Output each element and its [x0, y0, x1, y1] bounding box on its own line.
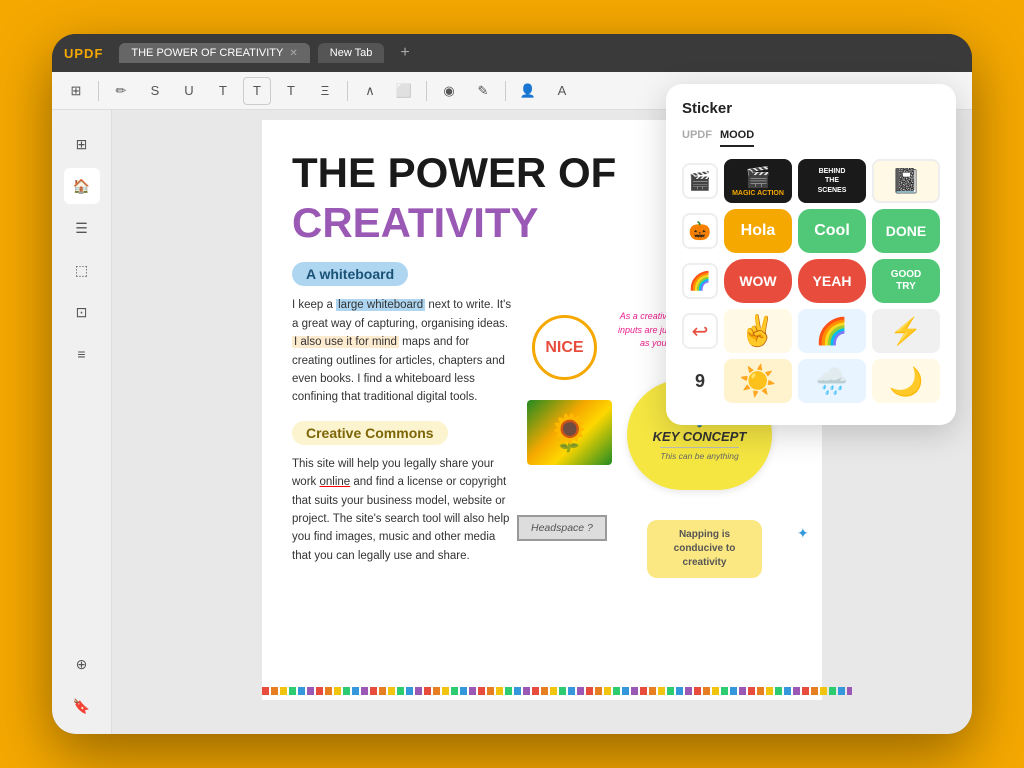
sticker-panel-title: Sticker: [682, 100, 940, 117]
sticker-hola[interactable]: Hola: [724, 209, 792, 253]
sticker-peace[interactable]: ✌️: [724, 309, 792, 353]
sunflower-image: 🌻: [527, 400, 612, 465]
key-concept-sub: This can be anything: [660, 447, 738, 461]
toolbar-strike-btn[interactable]: S: [141, 77, 169, 105]
toolbar-text-btn[interactable]: T: [209, 77, 237, 105]
active-tab[interactable]: THE POWER OF CREATIVITY ✕: [119, 43, 309, 63]
toolbar-pencil-btn[interactable]: ✎: [469, 77, 497, 105]
sticker-tab-updf[interactable]: UPDF: [682, 129, 712, 147]
add-tab-button[interactable]: +: [392, 44, 417, 62]
app-logo: UPDF: [64, 46, 103, 61]
toolbar-sep-4: [505, 81, 506, 101]
sticker-wow[interactable]: WOW: [724, 259, 792, 303]
body-text-1: I keep a large whiteboard next to write.…: [292, 296, 512, 406]
sticker-cool[interactable]: Cool: [798, 209, 866, 253]
toolbar-shape-btn[interactable]: ∧: [356, 77, 384, 105]
toolbar-font-btn[interactable]: A: [548, 77, 576, 105]
new-tab[interactable]: New Tab: [318, 43, 385, 63]
key-concept-title: KEY CONCEPT: [653, 429, 747, 444]
sticker-left-icon-1[interactable]: 🎬: [682, 163, 718, 199]
sticker-row-1: 🎬 🎬 MAGIC ACTION BEHINDTHESCENES 📓: [682, 159, 940, 203]
sticker-moon[interactable]: 🌙: [872, 359, 940, 403]
toolbar-sep-1: [98, 81, 99, 101]
sticker-behind-scenes[interactable]: BEHINDTHESCENES: [798, 159, 866, 203]
sticker-cloud-rain[interactable]: 🌧️: [798, 359, 866, 403]
sidebar-add-btn[interactable]: ⊕: [64, 646, 100, 682]
sticker-magic-action[interactable]: 🎬 MAGIC ACTION: [724, 159, 792, 203]
sticker-row-4: ↩ ✌️ 🌈 ⚡: [682, 309, 940, 353]
sticker-row-5: 9 ☀️ 🌧️ 🌙: [682, 359, 940, 403]
color-bar: [262, 687, 852, 695]
sidebar-menu-btn[interactable]: ≡: [64, 336, 100, 372]
headspace-box: Headspace ?: [517, 515, 607, 541]
toolbar-text2-btn[interactable]: T: [243, 77, 271, 105]
sticker-row-2-items: Hola Cool DONE: [724, 209, 940, 253]
sticker-notepad[interactable]: 📓: [872, 159, 940, 203]
sticker-left-icon-4[interactable]: ↩: [682, 313, 718, 349]
sidebar-search-btn[interactable]: ⊡: [64, 294, 100, 330]
nice-text: NICE: [545, 339, 583, 357]
sidebar-bookmark-btn[interactable]: 🔖: [64, 688, 100, 724]
sidebar-home-btn[interactable]: 🏠: [64, 168, 100, 204]
sticker-row-5-items: ☀️ 🌧️ 🌙: [724, 359, 940, 403]
sidebar-bottom: ⊕ 🔖: [64, 646, 100, 724]
underline-online: online: [319, 476, 350, 488]
toolbar-circle-btn[interactable]: ◉: [435, 77, 463, 105]
sticker-tabs: UPDF MOOD: [682, 129, 940, 147]
sticker-done[interactable]: DONE: [872, 209, 940, 253]
title-bar: UPDF THE POWER OF CREATIVITY ✕ New Tab +: [52, 34, 972, 72]
sticker-thunder[interactable]: ⚡: [872, 309, 940, 353]
app-frame: UPDF THE POWER OF CREATIVITY ✕ New Tab +…: [52, 34, 972, 734]
toolbar-sep-3: [426, 81, 427, 101]
sticker-row-1-items: 🎬 MAGIC ACTION BEHINDTHESCENES 📓: [724, 159, 940, 203]
sticker-left-icon-5[interactable]: 9: [682, 363, 718, 399]
sticker-rainbow2[interactable]: 🌈: [798, 309, 866, 353]
sidebar-layers-btn[interactable]: ⬚: [64, 252, 100, 288]
sticker-tab-mood[interactable]: MOOD: [720, 129, 754, 147]
highlight-also: I also use it for mind: [292, 336, 399, 348]
body-text-2: This site will help you legally share yo…: [292, 455, 512, 565]
toolbar-sep-2: [347, 81, 348, 101]
toolbar-underline-btn[interactable]: U: [175, 77, 203, 105]
nice-badge: NICE: [532, 315, 597, 380]
stars-icon: ✦: [797, 525, 809, 542]
sidebar-grid-btn[interactable]: ⊞: [64, 126, 100, 162]
tab-close-icon[interactable]: ✕: [289, 48, 297, 59]
highlight-whiteboard: large whiteboard: [336, 299, 425, 311]
toolbar-pen-btn[interactable]: ✏: [107, 77, 135, 105]
toolbar-user-btn[interactable]: 👤: [514, 77, 542, 105]
sticker-left-icon-3[interactable]: 🌈: [682, 263, 718, 299]
sticker-row-3: 🌈 WOW YEAH GOODTRY: [682, 259, 940, 303]
napping-badge: Napping is conducive to creativity: [647, 520, 762, 578]
sticker-yeah[interactable]: YEAH: [798, 259, 866, 303]
sticker-row-2: 🎃 Hola Cool DONE: [682, 209, 940, 253]
toolbar-list-btn[interactable]: Ξ: [311, 77, 339, 105]
sidebar: ⊞ 🏠 ☰ ⬚ ⊡ ≡ ⊕ 🔖: [52, 110, 112, 734]
toolbar-text3-btn[interactable]: T: [277, 77, 305, 105]
section2-label: Creative Commons: [292, 421, 448, 445]
sidebar-list-btn[interactable]: ☰: [64, 210, 100, 246]
sticker-sun[interactable]: ☀️: [724, 359, 792, 403]
section1-label: A whiteboard: [292, 262, 408, 286]
sticker-left-icon-2[interactable]: 🎃: [682, 213, 718, 249]
sticker-goodtry[interactable]: GOODTRY: [872, 259, 940, 303]
sticker-row-3-items: WOW YEAH GOODTRY: [724, 259, 940, 303]
toolbar-rect-btn[interactable]: ⬜: [390, 77, 418, 105]
sticker-panel: Sticker UPDF MOOD 🎬 🎬 MAGIC ACTION BEHIN…: [666, 84, 956, 425]
sticker-row-4-items: ✌️ 🌈 ⚡: [724, 309, 940, 353]
toolbar-grid-btn[interactable]: ⊞: [62, 77, 90, 105]
